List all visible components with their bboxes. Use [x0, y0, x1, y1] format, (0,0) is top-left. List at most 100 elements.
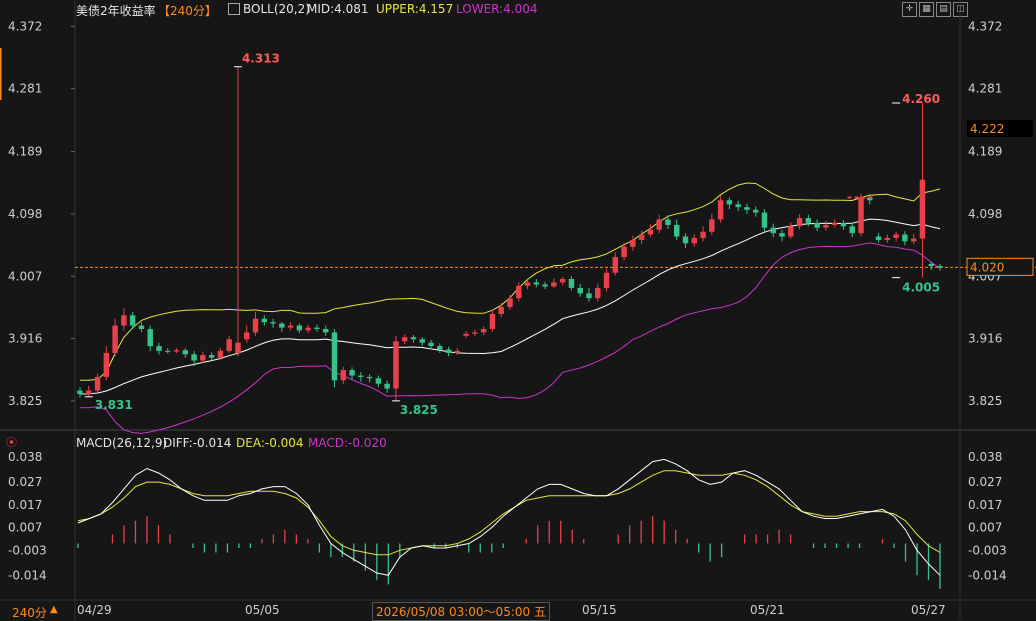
candle-body: [322, 328, 329, 333]
macd-tick-right: -0.003: [968, 543, 1007, 557]
candle-body: [375, 378, 382, 384]
candle-body: [744, 207, 750, 210]
candle-body: [182, 350, 189, 355]
candle-body: [884, 237, 891, 240]
candle-body: [489, 313, 496, 329]
macd-tick-right: 0.007: [968, 521, 1002, 535]
price-tick-right: 3.825: [968, 394, 1002, 408]
candle-body: [472, 332, 478, 334]
time-label: 05/15: [582, 603, 617, 617]
candle-body: [709, 219, 715, 232]
candle-body: [752, 209, 759, 213]
annotation-high-1: 4.313: [242, 52, 280, 66]
candle-body: [384, 383, 390, 389]
candle-body: [796, 218, 803, 227]
candle-body: [551, 282, 557, 287]
candle-body: [112, 325, 118, 353]
macd-tick-left: 0.017: [8, 498, 42, 512]
candle-body: [296, 325, 303, 331]
candle-body: [893, 234, 899, 238]
candle-body: [638, 234, 645, 240]
price-tick-left: 4.007: [8, 269, 42, 283]
candle-body: [200, 355, 206, 361]
candle-body: [165, 350, 171, 352]
candle-body: [726, 200, 733, 205]
candle-body: [779, 233, 785, 237]
candle-body: [770, 227, 776, 234]
current-price-label: 4.020: [970, 260, 1004, 274]
candle-body: [226, 339, 232, 351]
time-label: 05/21: [750, 603, 785, 617]
candle-body: [937, 265, 943, 268]
candle-body: [603, 272, 610, 288]
candle-body: [252, 318, 259, 333]
price-tick-right: 4.281: [968, 82, 1002, 96]
candle-body: [121, 315, 127, 326]
candle-body: [910, 238, 917, 242]
candle-body: [86, 390, 92, 395]
candle-body: [630, 239, 636, 247]
price-tick-right: 4.098: [968, 207, 1002, 221]
candle-body: [814, 222, 820, 228]
candle-body: [173, 350, 180, 352]
candle-body: [656, 219, 662, 230]
chart-canvas[interactable]: 4.372 4.372 4.281 4.281 4.189 4.189 4.098 4.098…: [0, 0, 1036, 620]
candle-body: [542, 284, 548, 287]
candle-body: [595, 287, 601, 299]
macd-tick-right: 0.027: [968, 475, 1002, 489]
candle-body: [129, 315, 136, 326]
candle-body: [244, 332, 250, 340]
candle-body: [902, 234, 908, 242]
candle-body: [717, 200, 724, 220]
candle-body: [577, 287, 583, 294]
candle-body: [823, 224, 829, 228]
candle-body: [94, 376, 101, 391]
boll-lower-line: [79, 242, 941, 434]
price-tick-right: 3.916: [968, 332, 1002, 346]
candle-body: [270, 322, 276, 324]
candle-body: [665, 219, 671, 225]
candle-body: [840, 222, 847, 227]
candle-body: [147, 328, 153, 347]
candle-body: [463, 333, 469, 336]
macd-tick-right: -0.014: [968, 568, 1007, 582]
candle-body: [516, 285, 522, 299]
candle-body: [647, 229, 654, 235]
candle-body: [735, 204, 741, 208]
annotation-low-1: 3.831: [95, 398, 133, 412]
candle-body: [586, 293, 592, 299]
candle-body: [191, 354, 197, 361]
price-tick-left: 4.189: [8, 145, 42, 159]
candle-body: [208, 355, 215, 358]
candle-body: [831, 222, 838, 225]
candle-body: [437, 346, 443, 350]
annotation-high-2: 4.260: [902, 92, 940, 106]
price-tick-right: 4.189: [968, 145, 1002, 159]
annotation-low-2: 3.825: [400, 403, 438, 417]
macd-tick-right: 0.038: [968, 450, 1002, 464]
price-tick-left: 4.281: [8, 82, 42, 96]
candle-body: [305, 327, 311, 331]
candle-body: [480, 328, 487, 333]
candle-body: [103, 352, 110, 377]
candle-body: [559, 278, 566, 283]
annotation-low-3: 4.005: [902, 281, 940, 295]
candle-body: [331, 332, 338, 381]
price-tick-right: 4.372: [968, 19, 1002, 33]
candle-body: [349, 370, 355, 376]
price-tick-left: 4.372: [8, 19, 42, 33]
candle-body: [928, 263, 934, 266]
candle-body: [849, 226, 855, 234]
candle-body: [621, 246, 627, 258]
candle-body: [77, 390, 83, 395]
candle-body: [393, 341, 399, 389]
candle-body: [217, 350, 224, 358]
candle-body: [156, 346, 162, 351]
candle-body: [612, 257, 619, 273]
candle-body: [261, 318, 268, 323]
candle-body: [138, 325, 145, 329]
candle-body: [235, 342, 241, 353]
candle-body: [682, 236, 689, 244]
dea-line: [77, 470, 941, 556]
candle-body: [524, 282, 531, 286]
